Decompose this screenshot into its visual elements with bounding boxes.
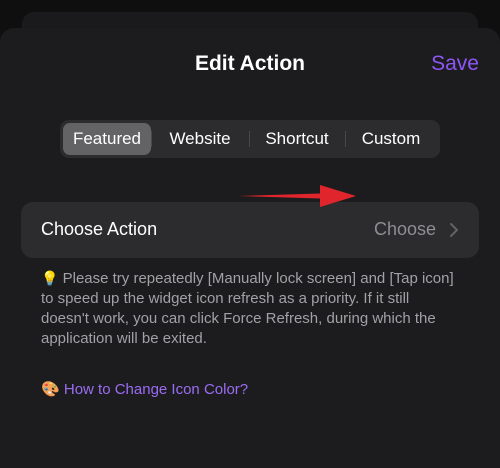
save-button[interactable]: Save	[431, 52, 479, 76]
sheet-title: Edit Action	[194, 52, 306, 75]
edit-action-sheet: Edit Action Save Featured Website Shortc…	[0, 28, 500, 468]
tab-custom[interactable]: Custom	[345, 123, 437, 155]
choose-action-value: Choose	[373, 219, 436, 239]
red-arrow-annotation-icon	[238, 185, 356, 207]
change-icon-color-link-text: How to Change Icon Color?	[63, 381, 249, 398]
tab-website[interactable]: Website	[151, 123, 249, 155]
refresh-tip: 💡 Please try repeatedly [Manually lock s…	[41, 268, 461, 349]
change-icon-color-link[interactable]: 🎨 How to Change Icon Color?	[41, 380, 248, 400]
lightbulb-icon: 💡	[41, 270, 59, 286]
action-type-segmented-control: Featured Website Shortcut Custom	[60, 120, 440, 158]
tab-shortcut[interactable]: Shortcut	[249, 123, 345, 155]
chevron-right-icon	[450, 223, 458, 237]
palette-icon: 🎨	[41, 381, 60, 398]
choose-action-label: Choose Action	[41, 219, 158, 239]
choose-action-row[interactable]: Choose Action Choose	[21, 202, 479, 258]
tab-featured[interactable]: Featured	[63, 123, 151, 155]
refresh-tip-text: Please try repeatedly [Manually lock scr…	[41, 270, 454, 347]
